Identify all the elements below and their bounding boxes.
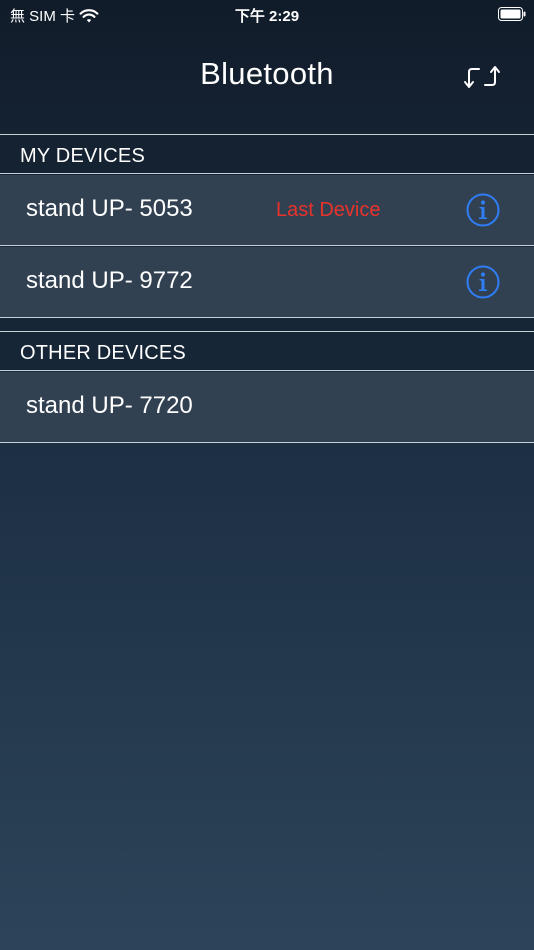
device-row[interactable]: stand UP- 7720 — [0, 372, 534, 443]
last-device-label: Last Device — [276, 199, 381, 221]
device-name: stand UP- 7720 — [26, 392, 193, 419]
status-time: 下午 2:29 — [234, 8, 300, 25]
section-divider — [0, 318, 534, 331]
section-title: MY DEVICES — [20, 145, 145, 167]
device-name: stand UP- 9772 — [26, 267, 193, 294]
device-row[interactable]: stand UP- 5053 Last Device — [0, 175, 534, 246]
info-icon[interactable] — [466, 265, 500, 299]
page-title: Bluetooth — [200, 56, 334, 91]
refresh-icon[interactable] — [462, 60, 502, 94]
device-row[interactable]: stand UP- 9772 — [0, 247, 534, 318]
info-icon[interactable] — [466, 193, 500, 227]
section-header-other-devices: OTHER DEVICES — [0, 331, 534, 371]
device-name: stand UP- 5053 — [26, 195, 193, 222]
battery-icon — [498, 7, 526, 21]
section-title: OTHER DEVICES — [20, 342, 186, 364]
status-bar: 無 SIM 卡 下午 2:29 — [0, 0, 534, 28]
section-header-my-devices: MY DEVICES — [0, 134, 534, 174]
navigation-bar: Bluetooth — [0, 28, 534, 124]
